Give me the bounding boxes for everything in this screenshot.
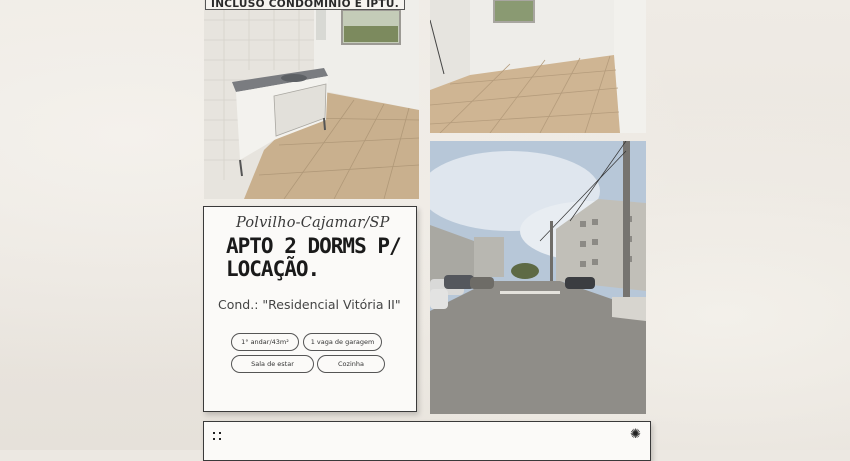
location-label: Polvilho-Cajamar/SP <box>236 215 390 231</box>
listing-headline: APTO 2 DORMS P/ LOCAÇÃO. <box>226 235 416 281</box>
flower-icon: ✺ <box>630 427 641 442</box>
photo-kitchen <box>204 0 419 199</box>
feature-chip-living-room: Sala de estar <box>231 355 314 373</box>
photo-bedroom <box>430 0 646 133</box>
headline-line-2: LOCAÇÃO. <box>226 257 320 281</box>
bottom-card: ✺ <box>203 421 651 461</box>
listing-info-card: Polvilho-Cajamar/SP APTO 2 DORMS P/ LOCA… <box>203 206 417 412</box>
dots-grid-icon <box>213 432 225 444</box>
included-fees-banner: INCLUSO CONDOMÍNIO E IPTU. <box>205 0 405 10</box>
photo-street <box>430 141 646 414</box>
feature-chip-floor: 1° andar/43m² <box>231 333 299 351</box>
page-background <box>0 0 850 450</box>
condominium-name: Cond.: "Residencial Vitória II" <box>218 297 401 312</box>
headline-line-1: APTO 2 DORMS P/ <box>226 234 402 258</box>
feature-chip-kitchen: Cozinha <box>317 355 385 373</box>
feature-chip-parking: 1 vaga de garagem <box>303 333 382 351</box>
